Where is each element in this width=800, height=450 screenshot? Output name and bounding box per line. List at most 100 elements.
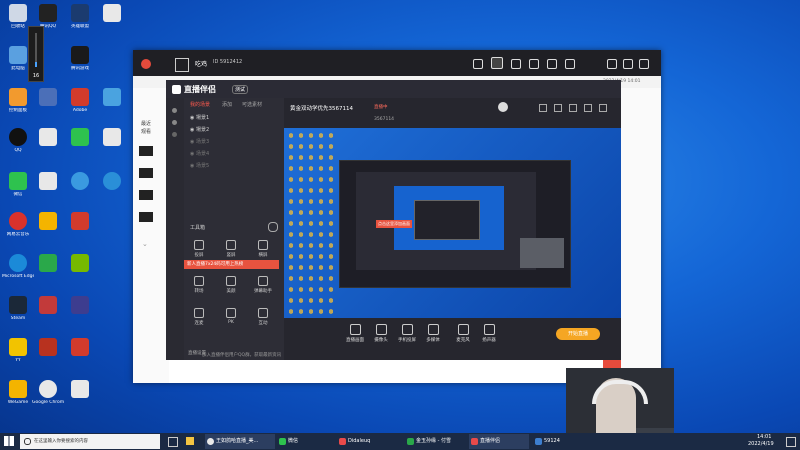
volume-flyout[interactable]: 16 <box>28 26 44 82</box>
header-icon[interactable] <box>584 104 592 112</box>
desktop-icon-c3-2[interactable]: 腾讯游戏 <box>64 46 96 71</box>
thumb-icon[interactable] <box>139 190 153 200</box>
desktop-icon-c2-6[interactable] <box>32 254 64 274</box>
chevron-down-icon[interactable]: ⌄ <box>142 240 148 248</box>
maximize-icon[interactable] <box>623 59 633 69</box>
desktop-icon-c4-4[interactable] <box>96 172 128 192</box>
toolbar-icon[interactable] <box>473 59 483 69</box>
tool-item[interactable]: 竖屏 <box>220 240 242 258</box>
thumb-icon[interactable] <box>139 168 153 178</box>
minimize-icon[interactable] <box>607 59 617 69</box>
scene-item[interactable]: ◉ 場景2 <box>190 126 278 136</box>
taskbar-app[interactable]: 微信 <box>277 434 335 449</box>
desktop-icon-c3-9[interactable] <box>64 338 96 358</box>
companion-window[interactable]: 直播伴侣 测试 我的场景 添加 可选素材 ◉ 場景1 ◉ 場景2 ◉ 场景3 ◉… <box>166 80 621 360</box>
taskbar-app[interactable]: 直播伴侣 <box>469 434 529 449</box>
toolbox-settings-icon[interactable] <box>268 222 278 232</box>
desktop-icon-wechat[interactable] <box>64 128 96 148</box>
room-title: 黄金双动学优先3567114 <box>290 106 353 112</box>
start-live-button[interactable]: 开始直播 <box>556 328 600 340</box>
tool-item[interactable]: 转场 <box>188 276 210 294</box>
bottom-tool[interactable]: 麦克风 <box>452 324 474 343</box>
notification-icon[interactable] <box>786 437 796 447</box>
thumb-icon[interactable] <box>139 212 153 222</box>
desktop-icon-chrome[interactable]: Google Chrome <box>32 380 64 405</box>
clock-time[interactable]: 14:01 <box>757 434 771 440</box>
desktop-icon-c3-7[interactable] <box>64 254 96 274</box>
bottom-tool[interactable]: 扬声器 <box>478 324 500 343</box>
header-icon[interactable] <box>569 104 577 112</box>
bottom-tool[interactable]: 手机投屏 <box>396 324 418 343</box>
tool-item[interactable]: 美颜 <box>220 276 242 294</box>
desktop-icon-c4-2[interactable] <box>96 88 128 108</box>
app-icon <box>71 212 89 230</box>
desktop-icon-wegame[interactable]: WeGame <box>2 380 34 405</box>
desktop-icon-c3-5[interactable] <box>64 172 96 192</box>
desktop-icon-c3-6[interactable] <box>64 212 96 232</box>
toolbar-icon[interactable] <box>547 59 557 69</box>
tool-item[interactable]: 连麦 <box>188 308 210 326</box>
taskbar-app[interactable]: 59124 <box>533 434 567 449</box>
desktop-icon-c2-4[interactable] <box>32 172 64 192</box>
tab-add[interactable]: 添加 <box>222 101 232 108</box>
scene-item[interactable]: ◉ 场景5 <box>190 162 278 172</box>
scene-item[interactable]: ◉ 场景4 <box>190 150 278 160</box>
tool-item[interactable]: 互动 <box>252 308 274 326</box>
desktop-icon-c3-3[interactable]: Adobe <box>64 88 96 113</box>
taskbar-app[interactable]: 金玉孙缘 - 付雪 <box>405 434 465 449</box>
desktop-icon-netease[interactable]: 网易云音乐 <box>2 212 34 237</box>
gamepad-icon[interactable] <box>529 59 539 69</box>
pinned-icon[interactable] <box>186 437 194 445</box>
clock-date[interactable]: 2022/4/19 <box>748 441 774 447</box>
desktop-icon-c3-8[interactable] <box>64 296 96 316</box>
close-icon[interactable] <box>639 59 649 69</box>
bottom-tool[interactable]: 直播画面 <box>344 324 366 343</box>
thumb-icon[interactable] <box>139 146 153 156</box>
companion-logo-icon <box>172 85 181 94</box>
bottom-tool[interactable]: 多媒体 <box>422 324 444 343</box>
home-icon[interactable] <box>491 57 503 69</box>
header-icon[interactable] <box>599 104 607 112</box>
header-icon[interactable] <box>539 104 547 112</box>
desktop-icon-c3-1[interactable]: 英雄联盟 <box>64 4 96 29</box>
game-icon <box>39 296 57 314</box>
tool-item[interactable]: 弹幕助手 <box>252 276 274 294</box>
home-icon[interactable] <box>175 58 189 72</box>
desktop-icon-edge[interactable]: Microsoft Edge <box>2 254 34 279</box>
desktop-icon-qq[interactable]: QQ <box>2 128 34 153</box>
desktop-icon-c3-10[interactable] <box>64 380 96 400</box>
desktop-icon-c2-7[interactable] <box>32 296 64 316</box>
tool-icon <box>258 240 268 250</box>
desktop-icon-c2-2[interactable] <box>32 88 64 108</box>
document-icon <box>103 128 121 146</box>
search-box[interactable]: 在这里输入你要搜索的内容 <box>20 434 160 449</box>
desktop-icon-steam[interactable]: Steam <box>2 296 34 321</box>
task-view-icon[interactable] <box>168 437 178 447</box>
bottom-tool[interactable]: 摄像头 <box>370 324 392 343</box>
desktop-icon-yy[interactable]: YY <box>2 338 34 363</box>
desktop-icon-c2-5[interactable] <box>32 212 64 232</box>
desktop-icon-c2-8[interactable] <box>32 338 64 358</box>
app-name: 直播伴侣 <box>184 85 216 94</box>
header-icon[interactable] <box>554 104 562 112</box>
scene-item[interactable]: ◉ 场景3 <box>190 138 278 148</box>
tool-item[interactable]: PK <box>220 308 242 325</box>
desktop-icon-c4-1[interactable] <box>96 4 128 24</box>
avatar[interactable] <box>498 102 508 112</box>
taskbar-app[interactable]: 王如鸽哈直播_美... <box>205 434 275 449</box>
promo-tooltip[interactable]: 新人直播7x24码可用上热榜 <box>184 260 279 269</box>
desktop-icon-c4-3[interactable] <box>96 128 128 148</box>
start-icon[interactable] <box>4 436 14 446</box>
desktop-icon-control[interactable]: 控制面板 <box>2 88 34 113</box>
tab-scenes[interactable]: 我的场景 <box>190 101 210 108</box>
desktop-icon-c2-3[interactable] <box>32 128 64 148</box>
tool-item[interactable]: 投屏 <box>188 240 210 258</box>
tool-item[interactable]: 横屏 <box>252 240 274 258</box>
dot-icon <box>172 108 177 113</box>
toolbar-icon[interactable] <box>511 59 521 69</box>
desktop-icon-2[interactable]: 微信 <box>2 172 34 197</box>
tab-sources[interactable]: 可选素材 <box>242 101 262 108</box>
toolbar-icon[interactable] <box>565 59 575 69</box>
taskbar-app[interactable]: Didaleuq <box>337 434 397 449</box>
scene-item[interactable]: ◉ 場景1 <box>190 114 278 124</box>
